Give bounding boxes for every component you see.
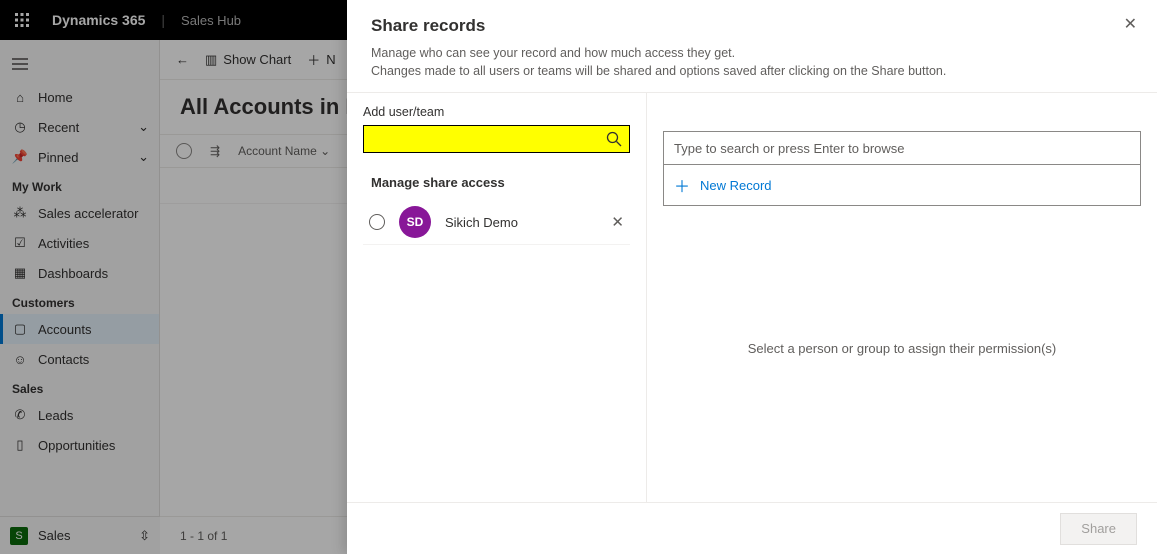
shared-user-row[interactable]: SD Sikich Demo ✕	[363, 200, 630, 245]
share-left-column: Add user/team Manage share access SD Sik…	[347, 93, 647, 502]
close-button[interactable]: ✕	[1124, 14, 1137, 34]
panel-header: Share records Manage who can see your re…	[347, 0, 1157, 93]
panel-footer: Share	[347, 502, 1157, 554]
add-user-team-search[interactable]	[363, 125, 630, 153]
add-user-team-input[interactable]	[364, 126, 601, 152]
share-right-column: ＋ New Record Select a person or group to…	[647, 93, 1157, 502]
avatar: SD	[399, 206, 431, 238]
shared-user-name: Sikich Demo	[445, 215, 597, 230]
new-record-option[interactable]: ＋ New Record	[664, 165, 1140, 205]
share-button[interactable]: Share	[1060, 513, 1137, 545]
panel-description: Manage who can see your record and how m…	[371, 44, 1133, 80]
manage-share-access-header: Manage share access	[363, 175, 630, 190]
close-icon: ✕	[1124, 16, 1137, 33]
share-records-panel: Share records Manage who can see your re…	[347, 0, 1157, 554]
close-icon: ✕	[611, 214, 624, 231]
new-record-label: New Record	[700, 178, 772, 193]
lookup-dropdown: ＋ New Record	[663, 165, 1141, 206]
permissions-placeholder: Select a person or group to assign their…	[663, 206, 1141, 490]
row-selector[interactable]	[369, 214, 385, 230]
panel-title: Share records	[371, 16, 1133, 36]
search-icon[interactable]	[605, 130, 623, 148]
remove-share-button[interactable]: ✕	[611, 213, 624, 231]
plus-icon: ＋	[674, 173, 690, 197]
add-user-team-label: Add user/team	[363, 105, 630, 119]
lookup-input[interactable]	[674, 141, 1130, 156]
lookup-field[interactable]	[663, 131, 1141, 165]
